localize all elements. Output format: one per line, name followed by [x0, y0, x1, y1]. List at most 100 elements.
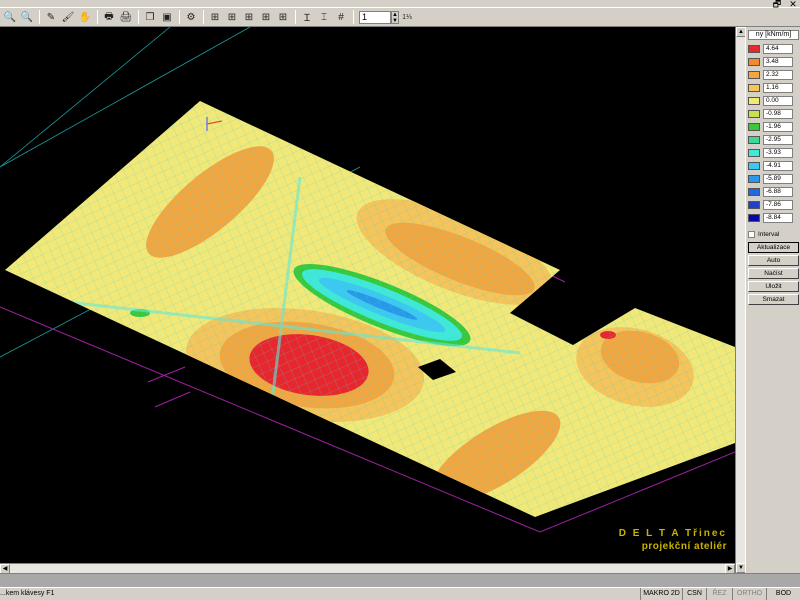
legend-row: -1.96	[748, 121, 799, 132]
save-button[interactable]: Uložit	[748, 281, 799, 292]
toolbar-separator	[179, 10, 180, 24]
legend-swatch[interactable]	[748, 70, 760, 79]
legend-value[interactable]: 3.48	[763, 56, 793, 67]
brand-watermark: D E L T A Třinec projekční ateliér	[619, 527, 727, 553]
legend-row: 1.16	[748, 82, 799, 93]
close-button[interactable]: ✕	[788, 0, 798, 9]
toolbar-separator	[353, 10, 354, 24]
legend-swatch[interactable]	[748, 96, 760, 105]
legend-value[interactable]: 0.00	[763, 95, 793, 106]
beam-icon[interactable]: Ɪ	[299, 9, 315, 25]
legend-swatch[interactable]	[748, 187, 760, 196]
printer-setup-icon[interactable]: 🖨	[118, 9, 134, 25]
settings-icon[interactable]: ⚙	[183, 9, 199, 25]
legend-swatch[interactable]	[748, 161, 760, 170]
node-icon-2[interactable]: ⊞	[224, 9, 240, 25]
restore-button[interactable]: 🗗	[772, 0, 782, 9]
horizontal-scrollbar[interactable]: ◀ ▶	[0, 563, 735, 574]
node-icon-5[interactable]: ⊞	[275, 9, 291, 25]
brand-line-1: D E L T A Třinec	[618, 528, 727, 539]
column-icon[interactable]: ⌶	[316, 9, 332, 25]
clear-button[interactable]: Smazat	[748, 294, 799, 305]
status-section[interactable]: ŘEZ	[706, 588, 732, 600]
toolbar-separator	[138, 10, 139, 24]
legend-swatch[interactable]	[748, 57, 760, 66]
zoom-out-icon[interactable]: 🔍	[19, 9, 35, 25]
plate-surface	[5, 101, 735, 517]
status-bar: ...kem klávesy F1 MAKRO 2D CSN ŘEZ ORTHO…	[0, 587, 800, 600]
print-icon[interactable]: 🖶	[101, 9, 117, 25]
node-icon-4[interactable]: ⊞	[258, 9, 274, 25]
legend-value[interactable]: -5.89	[763, 173, 793, 184]
model-viewport[interactable]: D E L T A Třinec projekční ateliér	[0, 27, 735, 563]
legend-swatch[interactable]	[748, 122, 760, 131]
zoom-in-icon[interactable]: 🔍	[2, 9, 18, 25]
grid-icon[interactable]: #	[333, 9, 349, 25]
legend-row: 0.00	[748, 95, 799, 106]
legend-swatch[interactable]	[748, 213, 760, 222]
legend-title: ny [kNm/m]	[748, 30, 799, 40]
legend-value[interactable]: -3.93	[763, 147, 793, 158]
toolbar-separator	[203, 10, 204, 24]
interval-label: Interval	[758, 231, 780, 238]
legend-row: 3.48	[748, 56, 799, 67]
toolbar: 🔍 🔍 ✎ 🖌 ✋ 🖶 🖨 ❐ ▣ ⚙ ⊞ ⊞ ⊞ ⊞ ⊞ Ɪ ⌶ # ▲▼ 1…	[0, 8, 800, 27]
legend-value[interactable]: 2.32	[763, 69, 793, 80]
secondary-bar	[0, 573, 800, 587]
legend-row: -3.93	[748, 147, 799, 158]
legend-value[interactable]: -2.95	[763, 134, 793, 145]
legend-value[interactable]: 4.64	[763, 43, 793, 54]
checkbox-box[interactable]	[748, 231, 755, 238]
legend-value[interactable]: -4.91	[763, 160, 793, 171]
minimize-button[interactable]: _	[756, 0, 766, 9]
load-button[interactable]: Načíst	[748, 268, 799, 279]
status-standard[interactable]: CSN	[682, 588, 706, 600]
status-snap[interactable]: BOD	[766, 588, 800, 600]
status-mode[interactable]: MAKRO 2D	[640, 588, 682, 600]
legend-swatch[interactable]	[748, 174, 760, 183]
legend-row: -8.84	[748, 212, 799, 223]
brush-icon[interactable]: 🖌	[60, 9, 76, 25]
update-button[interactable]: Aktualizace	[748, 242, 799, 253]
legend-value[interactable]: 1.16	[763, 82, 793, 93]
plate-contour-plot	[0, 27, 735, 533]
legend-value[interactable]: -7.86	[763, 199, 793, 210]
node-icon-3[interactable]: ⊞	[241, 9, 257, 25]
legend-swatch[interactable]	[748, 200, 760, 209]
legend-row: -4.91	[748, 160, 799, 171]
legend-swatch[interactable]	[748, 148, 760, 157]
legend-value[interactable]: -6.88	[763, 186, 793, 197]
page-spinner[interactable]: ▲ ▼	[391, 10, 399, 24]
node-icon-1[interactable]: ⊞	[207, 9, 223, 25]
legend-value[interactable]: -8.84	[763, 212, 793, 223]
legend-swatch[interactable]	[748, 83, 760, 92]
status-hint: ...kem klávesy F1	[0, 590, 55, 597]
legend-row: -0.98	[748, 108, 799, 119]
page-number-input[interactable]	[359, 10, 391, 24]
legend-value[interactable]: -1.96	[763, 121, 793, 132]
title-bar: _ 🗗 ✕	[0, 0, 800, 9]
legend-swatch[interactable]	[748, 44, 760, 53]
toolbar-separator	[97, 10, 98, 24]
page-step-icon[interactable]: 1⅓	[399, 9, 415, 25]
legend-swatch[interactable]	[748, 135, 760, 144]
brand-line-2: projekční ateliér	[641, 541, 727, 552]
pencil-icon[interactable]: ✎	[43, 9, 59, 25]
window-controls: _ 🗗 ✕	[756, 0, 798, 9]
application-window: _ 🗗 ✕ 🔍 🔍 ✎ 🖌 ✋ 🖶 🖨 ❐ ▣ ⚙ ⊞ ⊞ ⊞ ⊞ ⊞ Ɪ ⌶ …	[0, 0, 800, 600]
legend-swatch[interactable]	[748, 109, 760, 118]
hand-icon[interactable]: ✋	[77, 9, 93, 25]
toolbar-separator	[39, 10, 40, 24]
copy-icon[interactable]: ❐	[142, 9, 158, 25]
status-ortho[interactable]: ORTHO	[732, 588, 766, 600]
legend-row: 2.32	[748, 69, 799, 80]
vertical-scrollbar[interactable]: ▲ ▼	[735, 27, 746, 573]
select-icon[interactable]: ▣	[159, 9, 175, 25]
legend-row: -5.89	[748, 173, 799, 184]
legend-panel: ny [kNm/m] 4.64 3.48 2.32 1.16 0.00 -0.9…	[745, 27, 800, 573]
legend-row: 4.64	[748, 43, 799, 54]
legend-value[interactable]: -0.98	[763, 108, 793, 119]
legend-row: -6.88	[748, 186, 799, 197]
auto-button[interactable]: Auto	[748, 255, 799, 266]
interval-checkbox[interactable]: Interval	[748, 231, 779, 238]
